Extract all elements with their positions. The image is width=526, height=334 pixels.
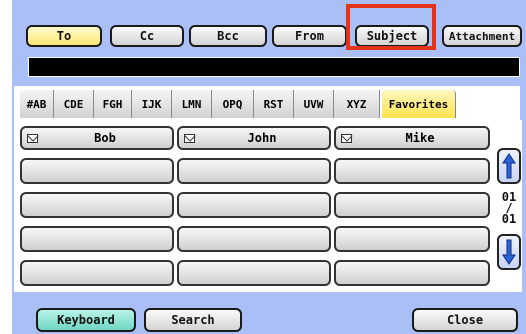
envelope-icon — [184, 134, 195, 143]
arrow-up-icon — [502, 153, 516, 179]
empty-slot[interactable] — [334, 192, 490, 218]
contact-name: Bob — [94, 131, 116, 145]
tab-ijk[interactable]: IJK — [132, 90, 172, 118]
empty-slot[interactable] — [20, 260, 174, 286]
page-total: 01 — [501, 211, 517, 226]
contact-name: John — [247, 131, 277, 145]
arrow-down-icon — [502, 239, 516, 265]
address-display-field — [28, 57, 520, 77]
contact-name: Mike — [405, 131, 435, 145]
page-indicator: 01 / 01 — [497, 186, 521, 230]
empty-slot[interactable] — [334, 158, 490, 184]
tab-cde[interactable]: CDE — [54, 90, 94, 118]
search-button[interactable]: Search — [144, 308, 242, 332]
tab-uvw[interactable]: UVW — [294, 90, 334, 118]
tab-opq[interactable]: OPQ — [212, 90, 254, 118]
tab-fgh[interactable]: FGH — [94, 90, 132, 118]
keyboard-button[interactable]: Keyboard — [36, 308, 136, 332]
envelope-icon — [27, 134, 38, 143]
tab-favorites[interactable]: Favorites — [382, 90, 456, 118]
empty-slot[interactable] — [20, 192, 174, 218]
tab-ab[interactable]: #AB — [20, 90, 54, 118]
to-button[interactable]: To — [26, 25, 102, 47]
cc-button[interactable]: Cc — [110, 25, 184, 47]
envelope-icon — [341, 134, 352, 143]
contact-john[interactable]: John — [177, 126, 331, 150]
empty-slot[interactable] — [334, 226, 490, 252]
tab-xyz[interactable]: XYZ — [334, 90, 380, 118]
empty-slot[interactable] — [177, 226, 331, 252]
from-button[interactable]: From — [272, 25, 347, 47]
empty-slot[interactable] — [20, 158, 174, 184]
tab-rst[interactable]: RST — [254, 90, 294, 118]
close-button[interactable]: Close — [412, 308, 518, 332]
attachment-button[interactable]: Attachment — [442, 25, 522, 47]
bcc-button[interactable]: Bcc — [189, 25, 267, 47]
scroll-up-button[interactable] — [497, 148, 521, 184]
empty-slot[interactable] — [334, 260, 490, 286]
empty-slot[interactable] — [177, 158, 331, 184]
scroll-down-button[interactable] — [497, 234, 521, 270]
contact-bob[interactable]: Bob — [20, 126, 174, 150]
empty-slot[interactable] — [177, 260, 331, 286]
subject-highlight-box — [346, 4, 436, 50]
tab-lmn[interactable]: LMN — [172, 90, 212, 118]
empty-slot[interactable] — [20, 226, 174, 252]
contact-mike[interactable]: Mike — [334, 126, 490, 150]
empty-slot[interactable] — [177, 192, 331, 218]
